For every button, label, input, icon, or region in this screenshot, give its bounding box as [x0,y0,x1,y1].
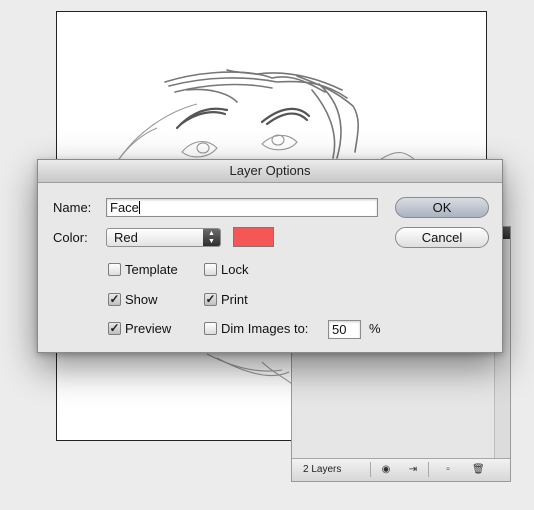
layers-footer: 2 Layers ◉ ⇥ ▫ 🗑 [292,458,510,481]
ok-button[interactable]: OK [395,197,489,218]
layer-count: 2 Layers [303,464,342,475]
template-checkbox[interactable] [108,263,121,276]
show-checkbox[interactable]: ✓ [108,293,121,306]
preview-checkbox[interactable]: ✓ [108,322,121,335]
layer-name-value: Face [110,200,139,215]
cancel-button[interactable]: Cancel [395,227,489,248]
percent-sign: % [369,321,381,336]
footer-divider [428,462,429,477]
layer-color-swatch[interactable] [233,227,274,247]
dim-percent-field[interactable]: 50 [328,320,361,339]
color-dropdown-value: Red [114,230,138,245]
print-label: Print [221,292,248,307]
layer-name-field[interactable]: Face [106,198,378,217]
trash-icon[interactable]: 🗑 [472,464,485,475]
footer-divider [370,462,371,477]
preview-label: Preview [125,321,172,336]
show-label: Show [125,292,158,307]
print-checkbox[interactable]: ✓ [204,293,217,306]
text-caret [138,201,140,214]
make-clipping-mask-icon[interactable]: ⇥ [407,464,419,475]
lock-label: Lock [221,262,249,277]
dim-images-checkbox[interactable] [204,322,217,335]
new-layer-icon[interactable]: ▫ [442,464,454,475]
color-dropdown[interactable]: Red ▲ ▼ [106,228,221,247]
color-label: Color: [53,230,88,245]
lock-checkbox[interactable] [204,263,217,276]
name-label: Name: [53,200,92,215]
dialog-title: Layer Options [38,160,502,183]
locate-object-icon[interactable]: ◉ [380,464,392,475]
dropdown-arrows-icon: ▲ ▼ [203,229,220,246]
dim-images-label: Dim Images to: [221,321,309,336]
layer-options-dialog: Layer Options Name: Face Color: Red ▲ ▼ T… [37,159,503,353]
template-label: Template [125,262,178,277]
